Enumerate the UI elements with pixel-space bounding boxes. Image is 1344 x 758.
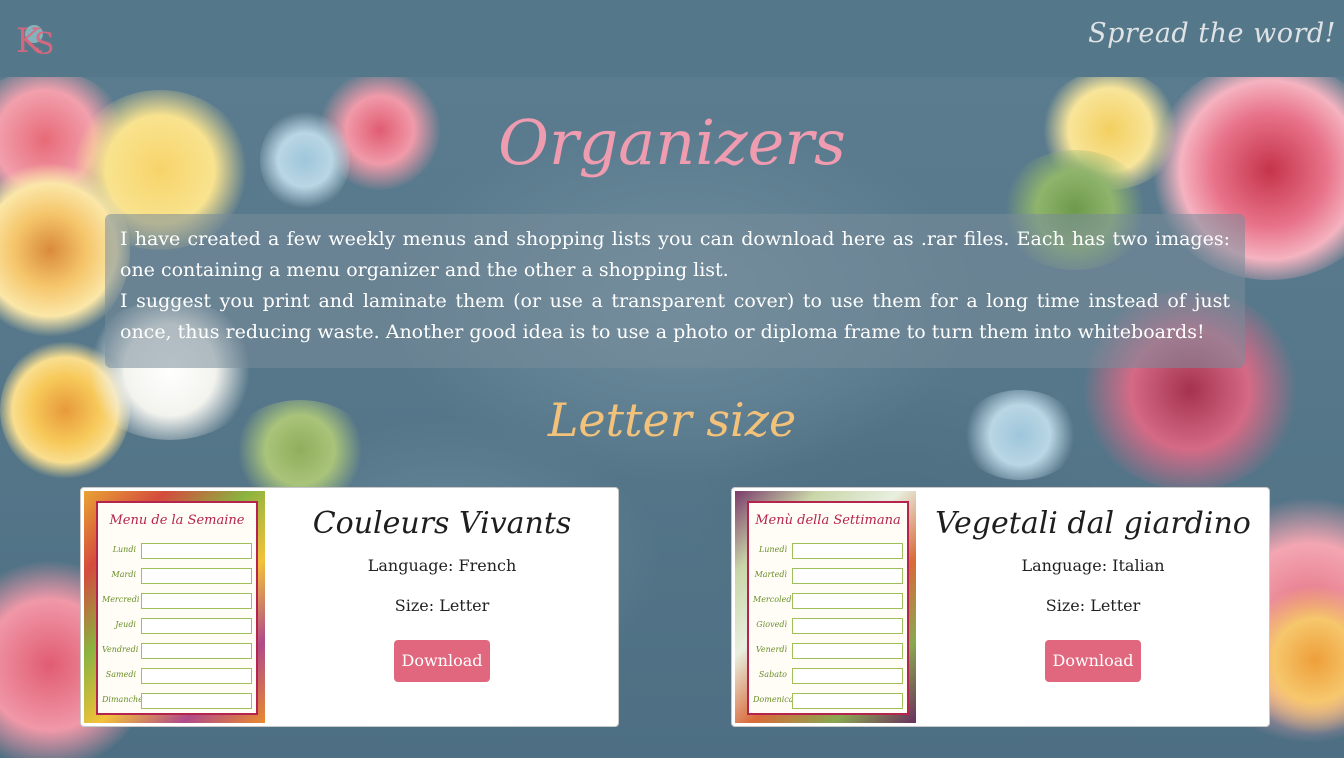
thumbnail-box <box>792 618 903 634</box>
thumbnail-row: Domenica <box>753 693 903 711</box>
svg-text:S: S <box>34 27 55 60</box>
thumbnail-day: Giovedì <box>756 620 787 629</box>
card-language: Language: French <box>367 556 517 575</box>
site-logo[interactable]: K S <box>14 14 60 60</box>
intro-box: I have created a few weekly menus and sh… <box>105 214 1245 368</box>
thumbnail-row: Martedì <box>753 568 903 586</box>
thumbnail-box <box>141 618 252 634</box>
thumbnail-row: Venerdì <box>753 643 903 661</box>
header-tagline[interactable]: Spread the word! <box>1088 18 1336 49</box>
thumbnail-box <box>141 668 252 684</box>
thumbnail-day: Mardi <box>111 570 136 579</box>
thumbnail-day: Jeudi <box>115 620 136 629</box>
thumbnail-day: Lundi <box>112 545 136 554</box>
thumbnail-row: Giovedì <box>753 618 903 636</box>
thumbnail-box <box>141 643 252 659</box>
card-body: Vegetali dal giardino Language: Italian … <box>917 488 1269 728</box>
site-header: K S Spread the word! <box>0 0 1344 77</box>
thumbnail-day: Vendredi <box>102 645 139 654</box>
thumbnail-box <box>141 568 252 584</box>
thumbnail-row: Mercredi <box>102 593 252 611</box>
thumbnail-row: Mercoledì <box>753 593 903 611</box>
thumbnail-box <box>141 693 252 709</box>
download-button[interactable]: Download <box>394 640 490 682</box>
thumbnail-box <box>792 693 903 709</box>
thumbnail-row: Lundi <box>102 543 252 561</box>
thumbnail-box <box>792 643 903 659</box>
thumbnail-box <box>141 543 252 559</box>
card-title: Vegetali dal giardino <box>935 506 1251 541</box>
thumbnail-row: Sabato <box>753 668 903 686</box>
thumbnail-day: Dimanche <box>102 695 143 704</box>
thumbnail-day: Domenica <box>753 695 794 704</box>
card-language: Language: Italian <box>1021 556 1165 575</box>
product-card: Menu de la Semaine Lundi Mardi Mercredi … <box>80 487 619 727</box>
thumbnail-day: Sabato <box>758 670 787 679</box>
section-title: Letter size <box>547 393 797 447</box>
thumbnail-box <box>792 543 903 559</box>
thumbnail-day: Mercoledì <box>753 595 795 604</box>
thumbnail-box <box>792 668 903 684</box>
thumbnail-row: Dimanche <box>102 693 252 711</box>
menu-thumbnail-frame: Menù della Settimana Lunedì Martedì Merc… <box>747 501 909 715</box>
menu-thumbnail[interactable]: Menu de la Semaine Lundi Mardi Mercredi … <box>84 491 265 723</box>
thumbnail-day: Mercredi <box>102 595 140 604</box>
thumbnail-title: Menù della Settimana <box>755 513 901 528</box>
product-card: Menù della Settimana Lunedì Martedì Merc… <box>731 487 1270 727</box>
intro-paragraph: I suggest you print and laminate them (o… <box>120 290 1230 343</box>
card-size: Size: Letter <box>394 596 490 615</box>
thumbnail-day: Lunedì <box>758 545 787 554</box>
download-button[interactable]: Download <box>1045 640 1141 682</box>
card-body: Couleurs Vivants Language: French Size: … <box>266 488 618 728</box>
card-title: Couleurs Vivants <box>312 506 572 541</box>
thumbnail-day: Samedi <box>105 670 136 679</box>
thumbnail-row: Samedi <box>102 668 252 686</box>
thumbnail-day: Martedì <box>754 570 787 579</box>
thumbnail-row: Vendredi <box>102 643 252 661</box>
menu-thumbnail[interactable]: Menù della Settimana Lunedì Martedì Merc… <box>735 491 916 723</box>
page-title: Organizers <box>498 106 846 179</box>
thumbnail-title: Menu de la Semaine <box>109 513 245 528</box>
thumbnail-row: Lunedì <box>753 543 903 561</box>
thumbnail-day: Venerdì <box>755 645 787 654</box>
intro-paragraph: I have created a few weekly menus and sh… <box>120 228 1230 281</box>
thumbnail-box <box>792 593 903 609</box>
card-size: Size: Letter <box>1045 596 1141 615</box>
thumbnail-row: Jeudi <box>102 618 252 636</box>
thumbnail-row: Mardi <box>102 568 252 586</box>
thumbnail-box <box>792 568 903 584</box>
thumbnail-box <box>141 593 252 609</box>
menu-thumbnail-frame: Menu de la Semaine Lundi Mardi Mercredi … <box>96 501 258 715</box>
